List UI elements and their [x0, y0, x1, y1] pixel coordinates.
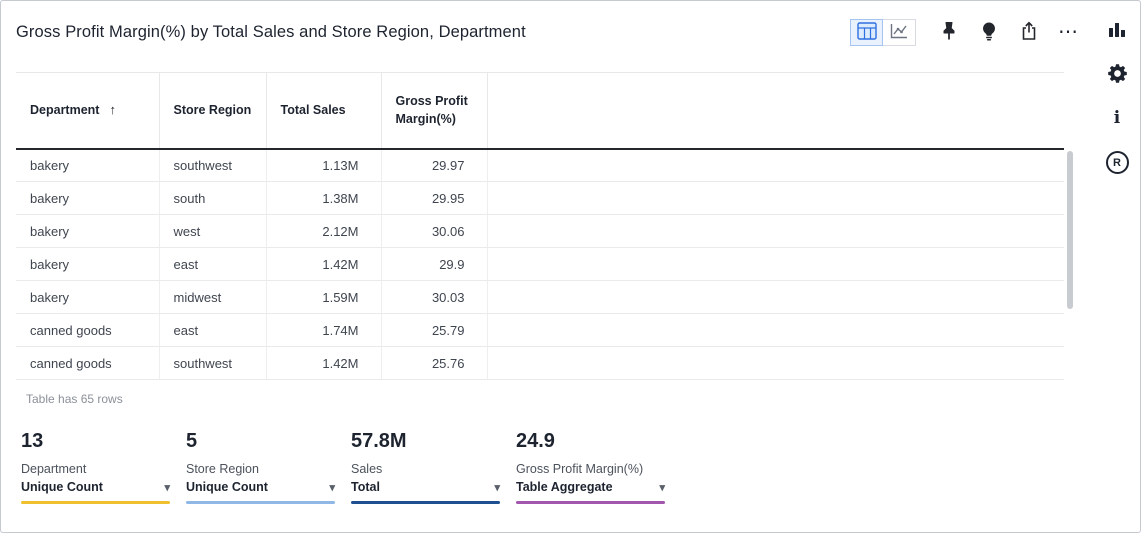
pin-button[interactable]: [931, 15, 966, 50]
more-options-button[interactable]: ⋯: [1051, 15, 1086, 50]
sort-asc-icon[interactable]: ↑: [109, 102, 116, 117]
summary-card-gross-profit-margin: 24.9 Gross Profit Margin(%) Table Aggreg…: [516, 430, 665, 504]
table-row[interactable]: canned goods southwest 1.42M 25.76: [16, 347, 1064, 380]
card-underline: [516, 501, 665, 504]
summary-row: 13 Department Unique Count ▾ 5 Store Reg…: [21, 430, 665, 504]
table-row[interactable]: bakery midwest 1.59M 30.03: [16, 281, 1064, 314]
summary-label: Store Region: [186, 462, 335, 476]
summary-card-department: 13 Department Unique Count ▾: [21, 430, 170, 504]
summary-label: Department: [21, 462, 170, 476]
share-button[interactable]: [1011, 15, 1046, 50]
page-title: Gross Profit Margin(%) by Total Sales an…: [16, 23, 526, 42]
table-view-icon: [857, 22, 877, 43]
column-header-gross-profit-margin[interactable]: Gross Profit Margin(%): [381, 73, 487, 149]
chevron-down-icon: ▾: [329, 481, 335, 494]
card-underline: [186, 501, 335, 504]
info-button[interactable]: i: [1100, 101, 1135, 136]
insights-button[interactable]: [971, 15, 1006, 50]
side-rail: i R: [1094, 1, 1140, 532]
chart-panel-button[interactable]: [1100, 13, 1135, 48]
summary-label: Sales: [351, 462, 500, 476]
lightbulb-icon: [980, 21, 998, 44]
aggregation-selector[interactable]: Total ▾: [351, 480, 500, 494]
pin-icon: [940, 21, 958, 44]
toolbar: ⋯: [850, 15, 1086, 50]
aggregation-selector[interactable]: Unique Count ▾: [186, 480, 335, 494]
table-scrollbar[interactable]: [1067, 151, 1073, 309]
table-row[interactable]: canned goods east 1.74M 25.79: [16, 314, 1064, 347]
summary-value: 57.8M: [351, 430, 500, 453]
info-icon: i: [1114, 110, 1120, 127]
ellipsis-icon: ⋯: [1058, 22, 1079, 42]
results-table: Department↑ Store Region Total Sales Gro…: [16, 72, 1064, 380]
table-row[interactable]: bakery east 1.42M 29.9: [16, 248, 1064, 281]
aggregation-selector[interactable]: Unique Count ▾: [21, 480, 170, 494]
column-header-total-sales[interactable]: Total Sales: [266, 73, 381, 149]
summary-card-store-region: 5 Store Region Unique Count ▾: [186, 430, 335, 504]
chart-view-button[interactable]: [883, 19, 916, 46]
share-icon: [1020, 21, 1038, 44]
table-row[interactable]: bakery south 1.38M 29.95: [16, 182, 1064, 215]
table-row[interactable]: bakery west 2.12M 30.06: [16, 215, 1064, 248]
table-view-button[interactable]: [850, 19, 883, 46]
view-toggle: [850, 19, 916, 46]
tile-header: Gross Profit Margin(%) by Total Sales an…: [1, 1, 1094, 63]
header-filler: [487, 73, 1064, 149]
table-row[interactable]: bakery southwest 1.13M 29.97: [16, 149, 1064, 182]
logo-icon: R: [1106, 151, 1129, 174]
column-header-store-region[interactable]: Store Region: [159, 73, 266, 149]
card-underline: [351, 501, 500, 504]
aggregation-selector[interactable]: Table Aggregate ▾: [516, 480, 665, 494]
table-header-row: Department↑ Store Region Total Sales Gro…: [16, 73, 1064, 149]
chevron-down-icon: ▾: [659, 481, 665, 494]
summary-value: 13: [21, 430, 170, 453]
summary-label: Gross Profit Margin(%): [516, 462, 665, 476]
chevron-down-icon: ▾: [494, 481, 500, 494]
column-header-department[interactable]: Department↑: [16, 73, 159, 149]
bar-chart-icon: [1107, 19, 1127, 42]
answer-tile: Gross Profit Margin(%) by Total Sales an…: [0, 0, 1141, 533]
card-underline: [21, 501, 170, 504]
summary-value: 24.9: [516, 430, 665, 453]
row-count-note: Table has 65 rows: [26, 392, 123, 406]
summary-value: 5: [186, 430, 335, 453]
settings-button[interactable]: [1100, 57, 1135, 92]
summary-card-sales: 57.8M Sales Total ▾: [351, 430, 500, 504]
chevron-down-icon: ▾: [164, 481, 170, 494]
brand-logo-button[interactable]: R: [1100, 145, 1135, 180]
chart-view-icon: [889, 22, 909, 43]
gear-icon: [1106, 62, 1129, 88]
